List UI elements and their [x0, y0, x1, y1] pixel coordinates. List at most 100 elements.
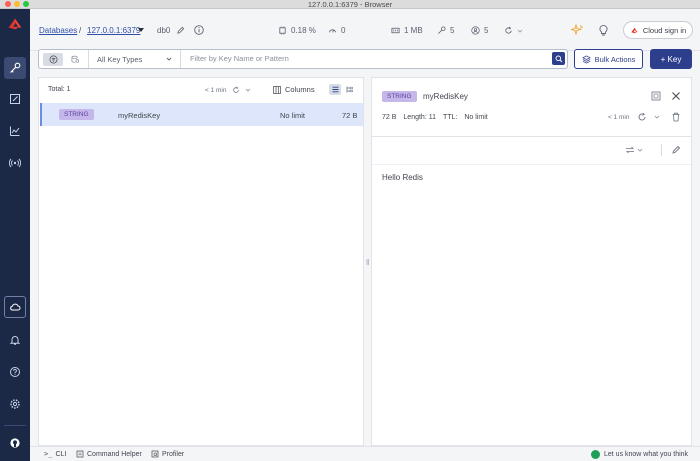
nav-pubsub-button[interactable] — [4, 152, 26, 174]
book-icon — [76, 450, 84, 458]
trash-icon[interactable] — [671, 112, 681, 122]
command-helper-label: Command Helper — [87, 450, 142, 458]
pencil-icon[interactable] — [671, 145, 681, 155]
lightbulb-icon[interactable] — [598, 24, 609, 36]
bulk-actions-button[interactable]: Bulk Actions — [574, 49, 643, 69]
clients-value: 5 — [484, 26, 489, 35]
keys-stat: 5 — [437, 26, 454, 35]
key-list-header: Total: 1 < 1 min Columns — [39, 78, 363, 102]
left-nav — [0, 9, 30, 461]
chevron-down-icon[interactable] — [138, 28, 144, 33]
search-mode-toggle[interactable] — [65, 53, 85, 66]
key-type-select[interactable]: All Key Types — [88, 50, 181, 68]
clients-stat: 5 — [471, 26, 488, 35]
detail-size: 72 B — [382, 114, 397, 121]
redis-logo-icon — [631, 27, 638, 33]
profiler-label: Profiler — [162, 450, 185, 458]
key-icon — [438, 26, 446, 34]
broadcast-icon — [9, 158, 21, 168]
refresh-icon — [232, 86, 239, 93]
search-button[interactable] — [552, 52, 565, 65]
value-divider — [372, 164, 691, 165]
columns-label: Columns — [285, 85, 315, 94]
key-detail-panel: STRING myRedisKey 72 B Length: 11 TTL: N… — [371, 77, 692, 446]
key-name: myRedisKey — [118, 111, 161, 120]
nav-browser-button[interactable] — [4, 57, 26, 79]
list-refresh-control[interactable]: < 1 min — [205, 86, 251, 94]
chevron-down-icon[interactable] — [654, 114, 660, 120]
list-view-toggle[interactable] — [329, 84, 341, 95]
cpu-icon — [279, 26, 286, 35]
nav-analysis-button[interactable] — [4, 120, 26, 142]
command-helper-button[interactable]: Command Helper — [76, 450, 142, 458]
refresh-icon[interactable] — [637, 112, 647, 122]
chart-icon — [10, 126, 20, 136]
add-key-button[interactable]: + Key — [650, 49, 692, 69]
tree-view-toggle[interactable] — [343, 84, 355, 95]
window-titlebar: 127.0.0.1:6379 - Browser — [0, 0, 700, 9]
cpu-stat: 0.18 % — [278, 26, 316, 35]
nav-help-button[interactable] — [4, 361, 26, 383]
profiler-icon — [151, 450, 159, 458]
window-title: 127.0.0.1:6379 - Browser — [307, 0, 393, 9]
nav-notifications-button[interactable] — [4, 329, 26, 351]
key-value[interactable]: Hello Redis — [382, 173, 423, 182]
auto-refresh-control[interactable] — [504, 26, 523, 35]
databases-link[interactable]: Databases — [39, 26, 77, 35]
tree-view-icon — [346, 86, 353, 93]
key-type-value: All Key Types — [97, 54, 143, 64]
pencil-icon[interactable] — [176, 26, 185, 35]
key-search-input[interactable]: Filter by Key Name or Pattern — [190, 54, 289, 63]
key-meta: 72 B Length: 11 TTL: No limit — [382, 114, 488, 121]
cloud-signin-button[interactable]: Cloud sign in — [623, 21, 693, 39]
filter-bar: All Key Types Filter by Key Name or Patt… — [38, 49, 568, 69]
key-icon — [10, 62, 21, 73]
bulk-actions-label: Bulk Actions — [594, 54, 636, 64]
columns-icon — [273, 85, 281, 94]
key-ttl: No limit — [280, 111, 306, 120]
detail-ttl-label: TTL: — [442, 114, 458, 121]
chevron-down-icon[interactable] — [637, 147, 643, 153]
profiler-button[interactable]: Profiler — [151, 450, 184, 458]
cli-button[interactable]: >_ CLI — [44, 450, 66, 458]
key-list-panel: Total: 1 < 1 min Columns STRING myRedisK… — [38, 77, 364, 446]
nav-github-button[interactable] — [4, 432, 26, 454]
speedometer-icon — [328, 29, 337, 33]
feedback-link[interactable]: Let us know what you think — [591, 450, 688, 459]
list-view-icon — [332, 86, 338, 93]
detail-ttl-value[interactable]: No limit — [464, 114, 487, 121]
feedback-icon — [591, 450, 600, 459]
detail-length: Length: 11 — [403, 114, 436, 121]
filter-icon — [49, 55, 57, 64]
format-switch-icon[interactable] — [625, 145, 635, 155]
commands-value: 0 — [341, 26, 346, 35]
chevron-down-icon — [517, 29, 523, 33]
sparkle-icon[interactable] — [571, 24, 583, 36]
nav-cloud-button[interactable] — [4, 296, 26, 318]
commands-stat: 0 — [328, 26, 345, 35]
gear-icon — [10, 399, 20, 409]
nav-workbench-button[interactable] — [4, 88, 26, 110]
detail-divider — [372, 136, 691, 137]
redis-logo-icon[interactable] — [6, 15, 24, 33]
info-icon[interactable] — [194, 25, 204, 35]
fullscreen-icon[interactable] — [651, 91, 661, 101]
bell-icon — [9, 336, 21, 345]
bottom-bar: >_ CLI Command Helper Profiler Let us kn… — [30, 446, 700, 461]
detail-key-name[interactable]: myRedisKey — [423, 92, 468, 101]
columns-button[interactable]: Columns — [273, 85, 315, 94]
table-row[interactable]: STRING myRedisKey No limit 72 B — [40, 103, 363, 126]
panel-resize-handle[interactable]: ‖ — [366, 258, 369, 267]
cpu-value: 0.18 % — [291, 26, 316, 35]
detail-type-badge: STRING — [382, 91, 417, 102]
keys-value: 5 — [450, 26, 455, 35]
key-size: 72 B — [342, 111, 358, 120]
close-icon[interactable] — [671, 91, 681, 101]
filter-mode-toggle[interactable] — [43, 53, 63, 66]
nav-settings-button[interactable] — [4, 393, 26, 415]
toolbar-divider — [661, 144, 662, 156]
key-total-count: Total: 1 — [48, 86, 71, 93]
chevron-down-icon — [166, 57, 172, 61]
breadcrumb-separator: / — [79, 26, 82, 35]
connection-selector[interactable]: 127.0.0.1:6379 — [87, 26, 140, 35]
